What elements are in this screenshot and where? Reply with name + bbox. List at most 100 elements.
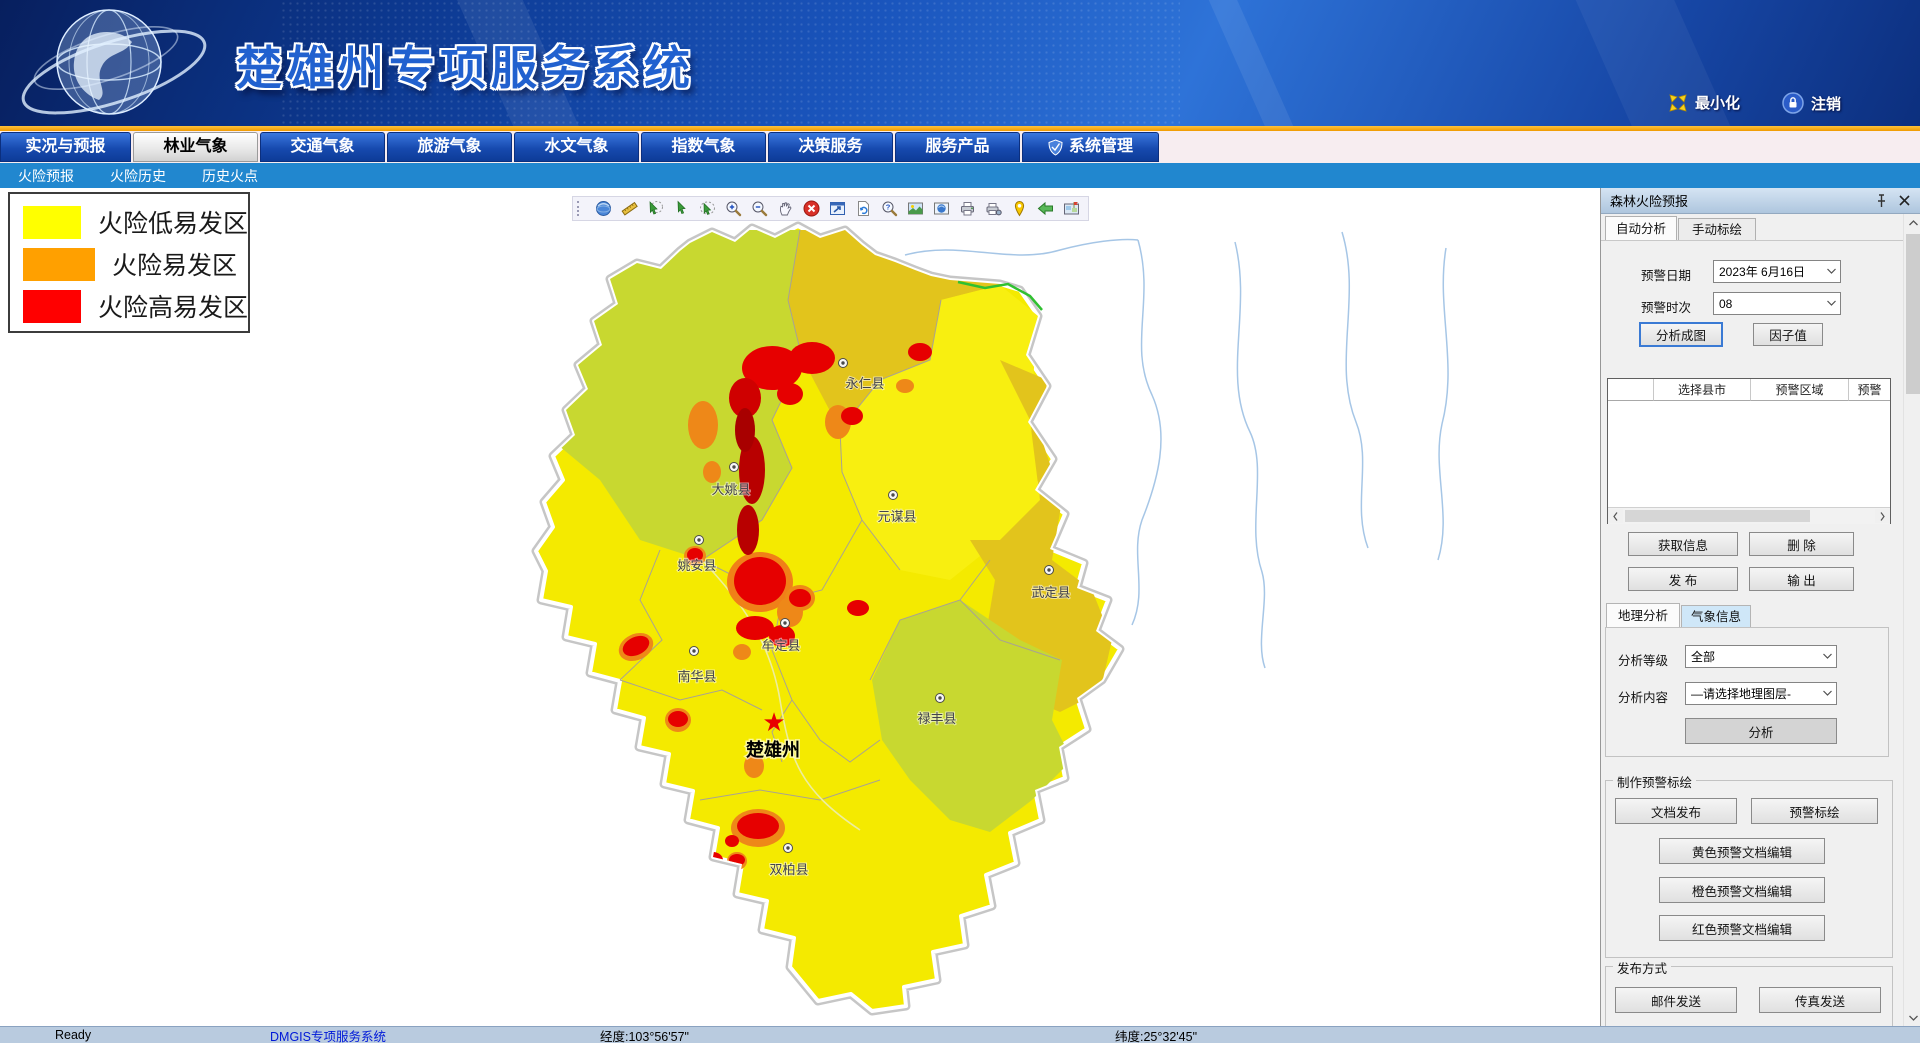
legend-swatch-medium [23, 248, 95, 281]
refresh-page-icon[interactable] [855, 200, 872, 217]
export-image-icon[interactable] [907, 200, 924, 217]
orange-warning-doc-button[interactable]: 橙色预警文档编辑 [1659, 877, 1825, 903]
stop-icon[interactable] [803, 200, 820, 217]
yellow-warning-doc-button[interactable]: 黄色预警文档编辑 [1659, 838, 1825, 864]
tab-manual-plot[interactable]: 手动标绘 [1678, 218, 1756, 240]
status-ready: Ready [55, 1028, 91, 1042]
analysis-level-select[interactable]: 全部 [1685, 645, 1837, 668]
warning-plot-button[interactable]: 预警标绘 [1751, 798, 1878, 824]
analysis-content-select[interactable]: —请选择地理图层- [1685, 682, 1837, 705]
tab-tourism-weather[interactable]: 旅游气象 [387, 132, 512, 162]
status-system-name: DMGIS专项服务系统 [270, 1026, 386, 1043]
minimize-label: 最小化 [1695, 92, 1740, 113]
scroll-up-button[interactable] [1905, 214, 1920, 231]
county-label: 武定县 [1031, 585, 1070, 600]
map-toolbar: ? [572, 196, 1089, 221]
county-label: 元谋县 [877, 509, 916, 524]
legend-label-medium: 火险易发区 [112, 246, 237, 282]
tab-service-products[interactable]: 服务产品 [895, 132, 1020, 162]
zoom-in-icon[interactable] [725, 200, 742, 217]
analysis-content-label: 分析内容 [1618, 687, 1668, 706]
publish-mode-label: 发布方式 [1613, 958, 1671, 977]
red-warning-doc-button[interactable]: 红色预警文档编辑 [1659, 915, 1825, 941]
scroll-right-button[interactable] [1875, 509, 1890, 523]
status-bar: Ready DMGIS专项服务系统 经度:103°56'57" 纬度:25°32… [0, 1026, 1920, 1043]
close-icon[interactable] [1898, 194, 1911, 207]
warn-date-label: 预警日期 [1641, 265, 1691, 284]
legend-swatch-low [23, 206, 81, 239]
scrollbar-thumb[interactable] [1906, 234, 1920, 394]
add-marker-icon[interactable] [1011, 200, 1028, 217]
identify-icon[interactable]: ? [881, 200, 898, 217]
select-polygon-icon[interactable] [647, 200, 664, 217]
zoom-out-icon[interactable] [751, 200, 768, 217]
fax-send-button[interactable]: 传真发送 [1759, 987, 1881, 1013]
subnav-fire-risk-history[interactable]: 火险历史 [110, 166, 166, 186]
get-info-button[interactable]: 获取信息 [1628, 532, 1738, 556]
scroll-left-button[interactable] [1608, 509, 1623, 523]
tab-geo-analysis[interactable]: 地理分析 [1606, 603, 1680, 627]
overview-map-icon[interactable] [1063, 200, 1080, 217]
h-scrollbar-thumb[interactable] [1625, 510, 1810, 522]
pin-icon[interactable] [1875, 194, 1888, 208]
subnav-fire-risk-forecast[interactable]: 火险预报 [18, 166, 74, 186]
legend-label-high: 火险高易发区 [98, 288, 248, 324]
delete-button[interactable]: 删 除 [1749, 532, 1854, 556]
panel-title-bar: 森林火险预报 [1601, 188, 1920, 214]
prefecture-star-icon: ★ [762, 707, 785, 737]
table-h-scrollbar[interactable] [1608, 507, 1890, 524]
minimize-button[interactable]: 最小化 [1668, 92, 1740, 113]
print-icon[interactable] [959, 200, 976, 217]
logout-button[interactable]: 注销 [1782, 92, 1841, 114]
tab-auto-analysis[interactable]: 自动分析 [1605, 216, 1677, 240]
globe-logo [14, 0, 224, 126]
doc-publish-button[interactable]: 文档发布 [1615, 798, 1737, 824]
email-send-button[interactable]: 邮件发送 [1615, 987, 1737, 1013]
tab-live-forecast[interactable]: 实况与预报 [0, 132, 131, 162]
factor-value-button[interactable]: 因子值 [1753, 323, 1823, 346]
analyze-button[interactable]: 分析 [1685, 718, 1837, 744]
scroll-down-button[interactable] [1905, 1009, 1920, 1026]
county-label: 南华县 [677, 669, 716, 684]
tab-decision-service[interactable]: 决策服务 [768, 132, 893, 162]
main-tab-bar: 实况与预报 林业气象 交通气象 旅游气象 水文气象 指数气象 决策服务 服务产品… [0, 131, 1920, 163]
select-circle-icon[interactable] [699, 200, 716, 217]
analyze-map-button[interactable]: 分析成图 [1639, 322, 1723, 347]
warning-table: 选择县市 预警区域 预警 [1607, 378, 1891, 524]
print-setup-icon[interactable] [985, 200, 1002, 217]
select-feature-icon[interactable] [673, 200, 690, 217]
map-legend: 火险低易发区 火险易发区 火险高易发区 [8, 192, 250, 333]
table-header-county: 选择县市 [1654, 379, 1751, 401]
svg-text:?: ? [886, 203, 891, 212]
tab-index-weather[interactable]: 指数气象 [641, 132, 766, 162]
header-banner: 楚雄州专项服务系统 最小化 注销 [0, 0, 1920, 126]
county-label: 牟定县 [761, 638, 800, 653]
table-header-blank [1608, 379, 1654, 401]
full-extent-icon[interactable] [829, 200, 846, 217]
toolbar-grip[interactable] [577, 201, 582, 216]
status-longitude: 经度:103°56'57" [600, 1026, 689, 1043]
map-image-icon[interactable] [933, 200, 950, 217]
chevron-down-icon [1827, 268, 1836, 274]
tab-hydrology-weather[interactable]: 水文气象 [514, 132, 639, 162]
warn-time-select[interactable]: 08 [1713, 292, 1841, 315]
status-latitude: 纬度:25°32'45" [1115, 1026, 1197, 1043]
minimize-icon [1668, 93, 1688, 113]
panel-scrollbar[interactable] [1903, 214, 1920, 1026]
table-header-region: 预警区域 [1751, 379, 1849, 401]
publish-button[interactable]: 发 布 [1628, 567, 1738, 591]
subnav-historical-fire-points[interactable]: 历史火点 [202, 166, 258, 186]
export-button[interactable]: 输 出 [1749, 567, 1854, 591]
tab-system-management[interactable]: 系统管理 [1022, 132, 1159, 162]
legend-row-high: 火险高易发区 [23, 285, 248, 327]
tab-forestry-weather[interactable]: 林业气象 [133, 132, 258, 162]
measure-icon[interactable] [621, 200, 638, 217]
tab-weather-info[interactable]: 气象信息 [1681, 605, 1751, 627]
shield-icon [1048, 139, 1063, 156]
pan-hand-icon[interactable] [777, 200, 794, 217]
go-back-icon[interactable] [1037, 200, 1054, 217]
legend-row-medium: 火险易发区 [23, 243, 248, 285]
tab-traffic-weather[interactable]: 交通气象 [260, 132, 385, 162]
warn-date-select[interactable]: 2023年 6月16日 [1713, 260, 1841, 283]
globe-icon[interactable] [595, 200, 612, 217]
